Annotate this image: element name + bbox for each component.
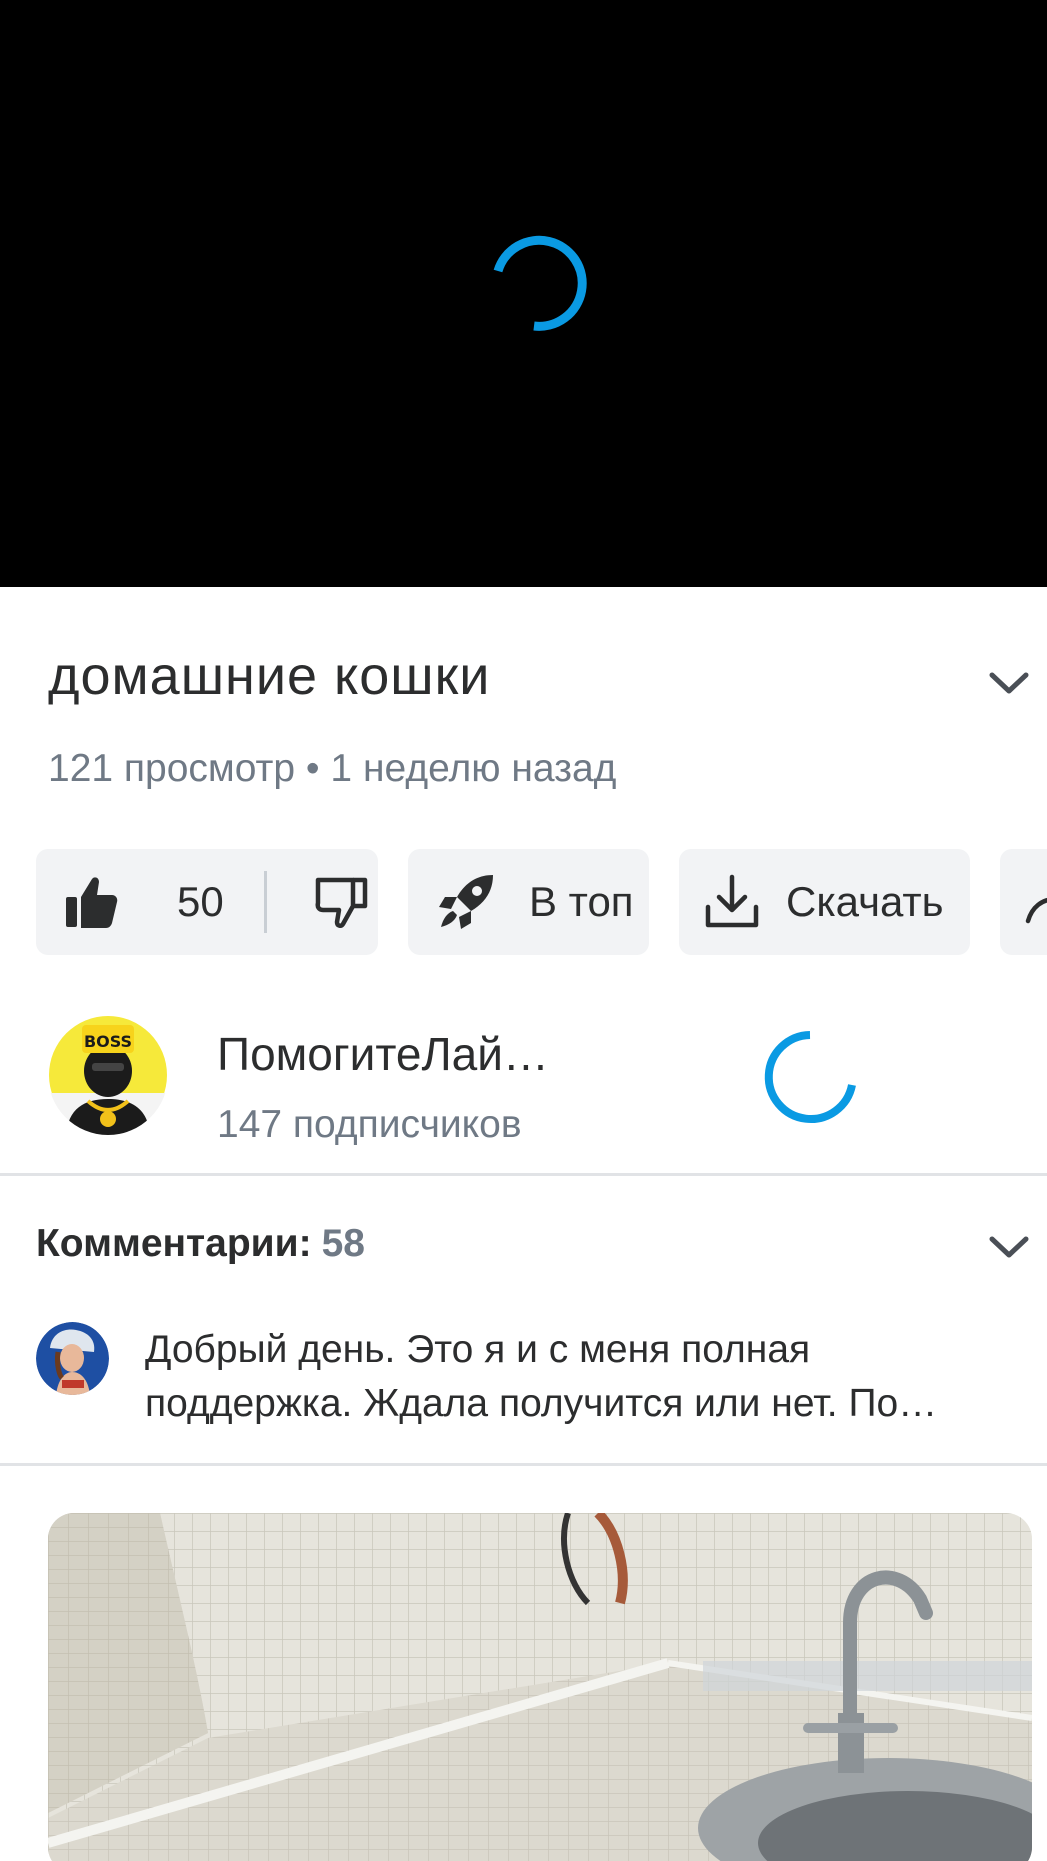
like-divider (263, 871, 267, 933)
comments-label: Комментарии: (36, 1222, 312, 1265)
loading-spinner-icon (493, 235, 587, 331)
download-icon (703, 873, 761, 931)
video-player[interactable] (0, 0, 1047, 587)
comment-line-1: Добрый день. Это я и с меня полная (145, 1328, 811, 1371)
thumbs-up-icon[interactable] (63, 874, 119, 930)
chevron-down-icon[interactable] (986, 667, 1032, 697)
svg-text:BOSS: BOSS (84, 1032, 132, 1051)
comments-count: 58 (321, 1222, 365, 1265)
comment-line-2: поддержка. Ждала получится или нет. По… (145, 1382, 938, 1425)
download-button[interactable]: Скачать (679, 849, 970, 955)
video-meta: 121 просмотр • 1 неделю назад (48, 747, 617, 790)
action-bar: 50 В топ Скачать (0, 849, 1047, 957)
recommended-video-thumbnail[interactable] (48, 1513, 1032, 1861)
channel-avatar[interactable]: BOSS (48, 1015, 168, 1135)
commenter-avatar[interactable] (36, 1322, 109, 1395)
share-icon (1024, 877, 1047, 927)
download-label: Скачать (786, 878, 944, 925)
section-divider (0, 1173, 1047, 1176)
thumbs-down-icon[interactable] (313, 874, 369, 930)
boost-button[interactable]: В топ (408, 849, 649, 955)
section-divider (0, 1463, 1047, 1466)
channel-subscribers: 147 подписчиков (217, 1103, 522, 1146)
comment-preview[interactable]: Добрый день. Это я и с меня полная подде… (145, 1323, 1025, 1431)
share-button[interactable] (1000, 849, 1047, 955)
comments-header[interactable]: Комментарии: 58 (36, 1222, 365, 1266)
like-count: 50 (177, 878, 224, 925)
channel-row[interactable]: BOSS ПомогитеЛай… 147 подписчиков (0, 997, 1047, 1147)
like-dislike-group: 50 (36, 849, 378, 955)
chevron-down-icon[interactable] (986, 1231, 1032, 1261)
channel-name[interactable]: ПомогитеЛай… (217, 1027, 549, 1081)
boost-label: В топ (529, 878, 634, 925)
video-title: домашние кошки (48, 646, 491, 706)
rocket-icon (435, 871, 497, 933)
loading-spinner-icon (764, 1031, 856, 1123)
